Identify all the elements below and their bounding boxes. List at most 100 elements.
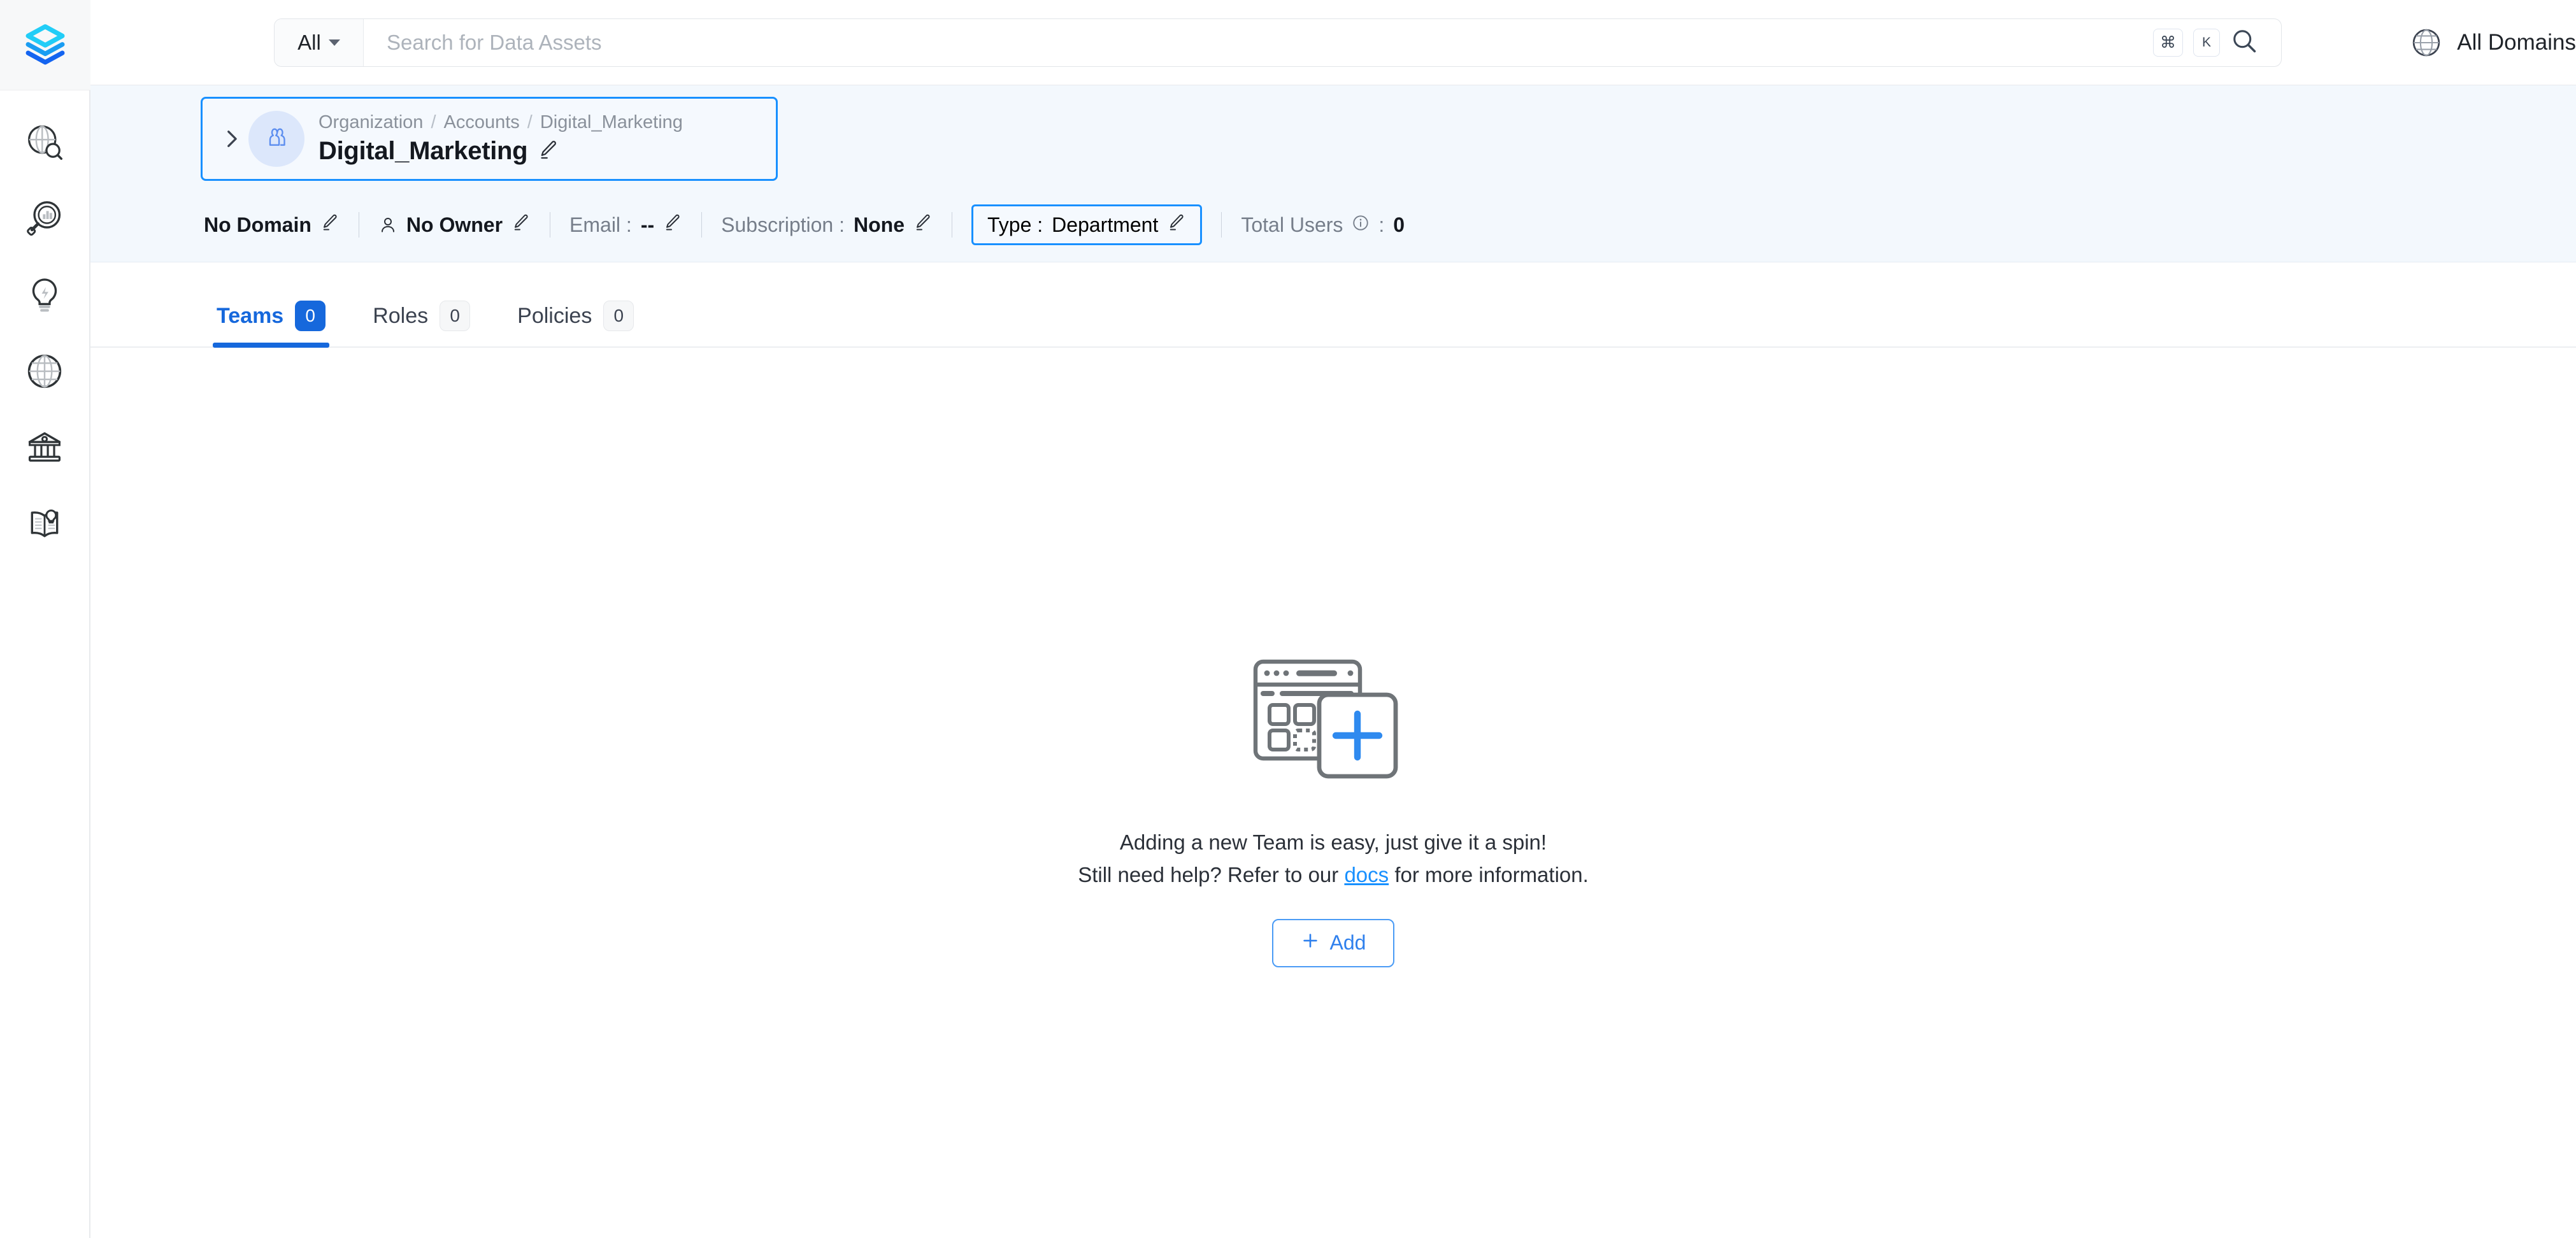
entity-tabs: Teams 0 Roles 0 Policies 0 (90, 262, 2576, 348)
book-lightbulb-icon (31, 509, 59, 537)
empty-state-line2-after: for more information. (1389, 862, 1589, 886)
meta-email-label: Email : (569, 213, 632, 236)
page-title: Digital_Marketing (318, 137, 683, 166)
chevron-right-icon (227, 131, 237, 147)
tab-policies[interactable]: Policies 0 (511, 301, 650, 346)
pencil-icon (323, 214, 337, 231)
global-search: All ⌘ K (274, 18, 2282, 67)
divider (701, 212, 703, 238)
meta-total-users: Total Users : 0 (1241, 213, 1405, 237)
meta-subscription-label: Subscription : (721, 213, 845, 236)
edit-type-button[interactable] (1167, 213, 1186, 237)
entity-header-panel: Organization / Accounts / Digital_Market… (90, 85, 2576, 262)
breadcrumb-item-current[interactable]: Digital_Marketing (540, 112, 683, 133)
sidebar-item-observability[interactable] (17, 191, 72, 246)
globe-icon (27, 354, 62, 388)
pencil-icon (541, 141, 557, 159)
meta-type[interactable]: Type : Department (971, 204, 1203, 245)
search-icon[interactable] (2230, 27, 2258, 58)
sidebar-item-insights[interactable] (17, 267, 72, 322)
add-placeholder-illustration-icon (1248, 657, 1419, 787)
edit-name-button[interactable] (538, 139, 559, 164)
breadcrumb-separator: / (431, 112, 436, 132)
edit-owner-button[interactable] (512, 213, 531, 237)
add-team-button-label: Add (1329, 931, 1366, 955)
empty-state-line2-before: Still need help? Refer to our (1078, 862, 1345, 886)
meta-email[interactable]: Email : -- (569, 213, 682, 237)
entity-meta-row: No Domain No Owner Email: -- Subscripti… (90, 204, 2576, 262)
meta-total-users-label: Total Users (1241, 213, 1343, 236)
app-logo[interactable] (0, 0, 90, 90)
empty-state-line2: Still need help? Refer to our docs for m… (1078, 859, 1589, 891)
entity-name: Digital_Marketing (318, 137, 528, 165)
pencil-icon (514, 214, 528, 231)
empty-state-text: Adding a new Team is easy, just give it … (1078, 827, 1589, 890)
avatar (248, 111, 304, 167)
sidebar-item-governance[interactable] (17, 420, 72, 475)
tab-teams[interactable]: Teams 0 (210, 301, 342, 348)
sidebar-nav (0, 90, 89, 551)
sidebar-item-explore[interactable] (17, 115, 72, 169)
meta-subscription-value: None (854, 213, 905, 236)
main-column: All ⌘ K (90, 0, 2576, 1238)
add-team-button[interactable]: Add (1271, 918, 1394, 967)
magnifier-chart-icon (27, 201, 61, 236)
bank-icon (28, 432, 61, 462)
sidebar-item-domains[interactable] (17, 344, 72, 399)
breadcrumb-separator: / (527, 112, 533, 132)
expand-toggle[interactable] (214, 128, 248, 150)
app-root: All ⌘ K (0, 0, 2576, 1238)
tab-roles-label: Roles (373, 303, 429, 328)
chevron-down-icon (328, 39, 340, 46)
search-scope-label: All (297, 30, 321, 54)
sidebar-item-glossary[interactable] (17, 497, 72, 551)
edit-domain-button[interactable] (320, 213, 340, 237)
meta-owner-value: No Owner (406, 213, 503, 236)
search-shortcut-group: ⌘ K (2153, 19, 2281, 66)
search-scope-dropdown[interactable]: All (275, 18, 364, 66)
breadcrumb-item-organization[interactable]: Organization (318, 112, 423, 133)
docs-link[interactable]: docs (1344, 863, 1389, 886)
globe-icon (2413, 29, 2440, 57)
openmetadata-layers-logo-icon (25, 24, 65, 64)
tab-teams-count: 0 (295, 301, 326, 331)
meta-owner[interactable]: No Owner (378, 213, 531, 237)
meta-total-users-separator: : (1378, 213, 1385, 236)
pencil-icon (1170, 214, 1184, 231)
lightbulb-bolt-icon (32, 278, 57, 312)
domain-selector[interactable]: All Domains (2410, 0, 2576, 85)
meta-domain[interactable]: No Domain (204, 213, 340, 237)
edit-email-button[interactable] (663, 213, 682, 237)
top-bar: All ⌘ K (90, 0, 2576, 85)
team-people-icon (269, 128, 285, 146)
meta-subscription[interactable]: Subscription : None (721, 213, 933, 237)
plus-icon (1301, 931, 1320, 955)
kbd-command-icon: ⌘ (2153, 28, 2183, 57)
domain-selector-label: All Domains (2457, 30, 2576, 55)
meta-type-value: Department (1052, 213, 1159, 236)
breadcrumb: Organization / Accounts / Digital_Market… (318, 112, 683, 133)
kbd-k: K (2193, 28, 2220, 57)
pencil-icon (666, 214, 680, 231)
meta-total-users-value: 0 (1393, 213, 1405, 236)
empty-state-line1: Adding a new Team is easy, just give it … (1119, 830, 1547, 855)
breadcrumb-item-accounts[interactable]: Accounts (444, 112, 520, 133)
user-icon (381, 218, 394, 232)
edit-subscription-button[interactable] (913, 213, 933, 237)
tab-roles-count: 0 (440, 301, 471, 331)
tab-content-teams: Adding a new Team is easy, just give it … (90, 348, 2576, 1238)
globe-search-icon (28, 125, 63, 160)
entity-identity-card[interactable]: Organization / Accounts / Digital_Market… (201, 97, 778, 181)
meta-domain-value: No Domain (204, 213, 311, 236)
meta-type-label: Type : (987, 213, 1043, 236)
info-circle-icon[interactable] (1352, 213, 1370, 237)
meta-email-value: -- (640, 213, 655, 236)
tab-policies-count: 0 (603, 301, 634, 331)
tab-roles[interactable]: Roles 0 (366, 301, 487, 346)
entity-title-block: Organization / Accounts / Digital_Market… (318, 112, 683, 166)
search-input[interactable] (364, 18, 2153, 66)
divider (1221, 212, 1222, 238)
tab-policies-label: Policies (517, 303, 592, 328)
empty-state: Adding a new Team is easy, just give it … (1078, 657, 1589, 967)
left-sidebar (0, 0, 90, 1238)
